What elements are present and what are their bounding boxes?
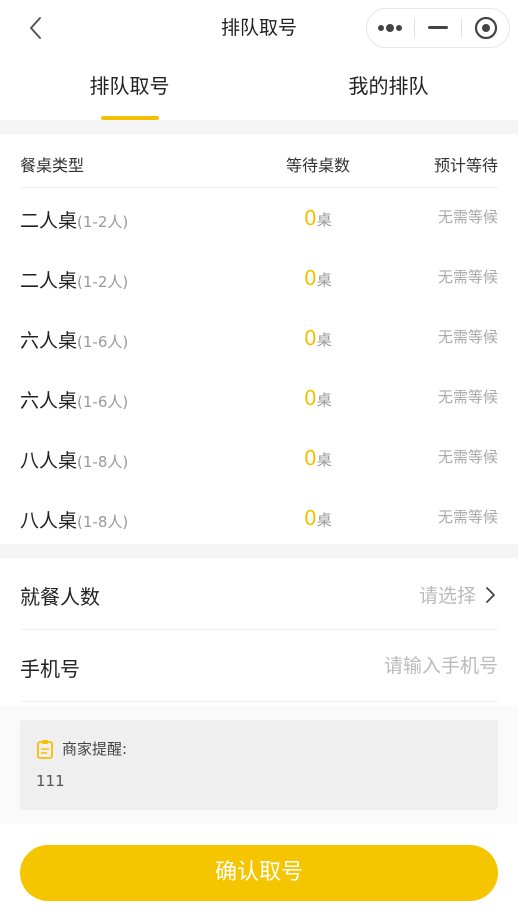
phone-row: 手机号 bbox=[20, 630, 498, 702]
table-row: 二人桌(1-2人) 0桌 无需等候 bbox=[20, 248, 498, 308]
notice-title: 商家提醒: bbox=[62, 740, 128, 758]
notice-section: 商家提醒: 111 bbox=[0, 706, 518, 824]
table-row: 八人桌(1-8人) 0桌 无需等候 bbox=[20, 488, 498, 548]
estimated-wait: 无需等候 bbox=[437, 208, 498, 226]
queue-form: 就餐人数 请选择 手机号 bbox=[0, 558, 518, 706]
tab-my-queue[interactable]: 我的排队 bbox=[259, 56, 518, 120]
column-header-waiting: 等待桌数 bbox=[286, 156, 351, 175]
phone-label: 手机号 bbox=[20, 657, 80, 681]
party-size-row[interactable]: 就餐人数 请选择 bbox=[20, 558, 498, 630]
waiting-count: 0桌 bbox=[304, 446, 332, 470]
table-capacity: (1-8人) bbox=[77, 453, 129, 471]
minus-icon bbox=[428, 26, 448, 29]
table-type-name: 八人桌(1-8人) bbox=[20, 450, 129, 472]
merchant-notice: 商家提醒: 111 bbox=[20, 720, 498, 810]
notice-text: 111 bbox=[36, 772, 65, 790]
table-row: 六人桌(1-6人) 0桌 无需等候 bbox=[20, 308, 498, 368]
phone-input[interactable] bbox=[238, 648, 498, 684]
party-size-select[interactable]: 请选择 bbox=[419, 581, 498, 608]
chevron-right-icon bbox=[486, 586, 495, 603]
waiting-count: 0桌 bbox=[304, 386, 332, 410]
waiting-count: 0桌 bbox=[304, 506, 332, 530]
estimated-wait: 无需等候 bbox=[437, 268, 498, 286]
table-type-name: 六人桌(1-6人) bbox=[20, 390, 129, 412]
estimated-wait: 无需等候 bbox=[437, 388, 498, 406]
table-capacity: (1-2人) bbox=[77, 213, 129, 231]
confirm-take-number-button[interactable]: 确认取号 bbox=[20, 845, 498, 901]
tab-take-number[interactable]: 排队取号 bbox=[0, 56, 259, 120]
waiting-count: 0桌 bbox=[304, 326, 332, 350]
table-capacity: (1-6人) bbox=[77, 393, 129, 411]
party-size-label: 就餐人数 bbox=[20, 585, 100, 609]
column-header-estimate: 预计等待 bbox=[433, 156, 498, 175]
nav-bar: 排队取号 bbox=[0, 0, 518, 56]
party-size-value: 请选择 bbox=[418, 585, 476, 607]
table-capacity: (1-6人) bbox=[77, 333, 129, 351]
notice-header: 商家提醒: bbox=[36, 738, 127, 759]
table-type-name: 八人桌(1-8人) bbox=[20, 510, 129, 532]
active-tab-indicator bbox=[100, 116, 159, 120]
target-circle-icon bbox=[474, 16, 497, 40]
waiting-count: 0桌 bbox=[304, 206, 332, 230]
column-header-type: 餐桌类型 bbox=[20, 156, 85, 175]
waiting-count: 0桌 bbox=[304, 266, 332, 290]
minimize-button[interactable] bbox=[415, 9, 462, 47]
table-row: 六人桌(1-6人) 0桌 无需等候 bbox=[20, 368, 498, 428]
table-capacity: (1-2人) bbox=[77, 273, 129, 291]
table-row: 八人桌(1-8人) 0桌 无需等候 bbox=[20, 428, 498, 488]
tab-label: 排队取号 bbox=[89, 74, 170, 98]
close-mini-program-button[interactable] bbox=[462, 9, 509, 47]
table-type-name: 二人桌(1-2人) bbox=[20, 270, 129, 292]
estimated-wait: 无需等候 bbox=[437, 448, 498, 466]
clipboard-icon bbox=[37, 739, 53, 759]
tab-label: 我的排队 bbox=[348, 74, 429, 98]
estimated-wait: 无需等候 bbox=[437, 508, 498, 526]
estimated-wait: 无需等候 bbox=[437, 328, 498, 346]
table-type-name: 六人桌(1-6人) bbox=[20, 330, 129, 352]
more-dots-icon bbox=[378, 24, 403, 32]
table-header: 餐桌类型 等待桌数 预计等待 bbox=[20, 134, 498, 188]
more-button[interactable] bbox=[367, 9, 414, 47]
table-type-name: 二人桌(1-2人) bbox=[20, 210, 129, 232]
mini-program-capsule bbox=[366, 8, 510, 48]
tab-bar: 排队取号 我的排队 bbox=[0, 56, 518, 120]
table-row: 二人桌(1-2人) 0桌 无需等候 bbox=[20, 188, 498, 248]
bottom-bar: 确认取号 bbox=[0, 824, 518, 920]
table-capacity: (1-8人) bbox=[77, 513, 129, 531]
table-types-card: 餐桌类型 等待桌数 预计等待 二人桌(1-2人) 0桌 无需等候 二人桌(1-2… bbox=[0, 134, 518, 544]
